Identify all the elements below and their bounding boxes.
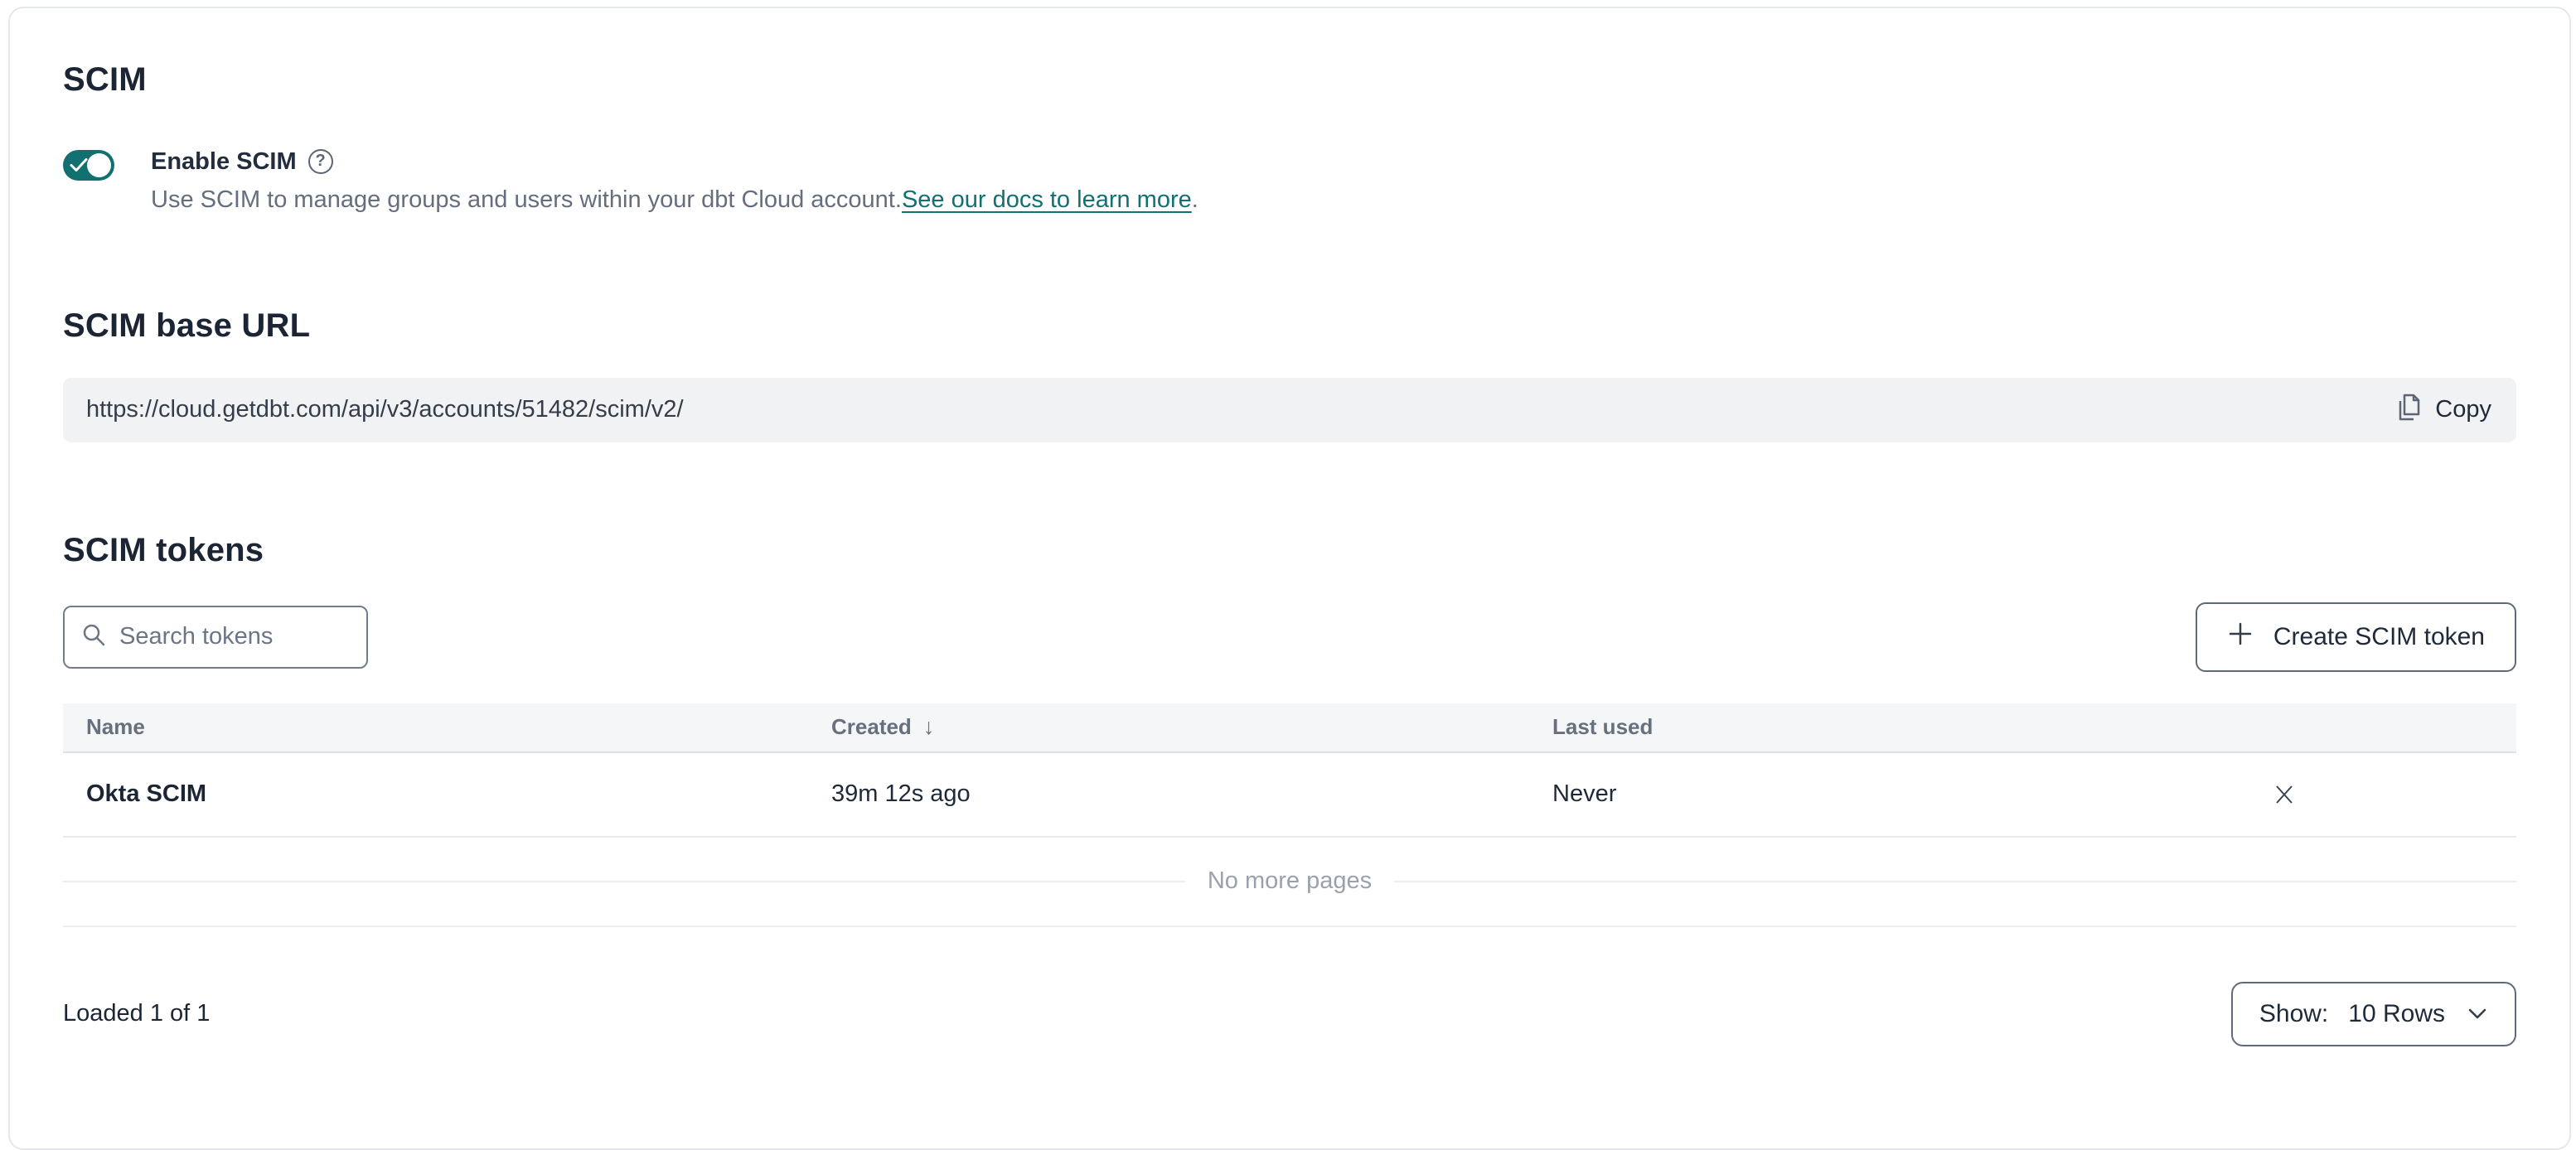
chevron-down-icon <box>2467 1007 2488 1022</box>
table-row: Okta SCIM 39m 12s ago Never <box>63 753 2516 838</box>
description-period: . <box>1192 186 1198 213</box>
page-title: SCIM <box>63 61 2516 99</box>
show-label: Show: <box>2259 1000 2328 1028</box>
loaded-count-label: Loaded 1 of 1 <box>63 1000 210 1027</box>
token-created-cell: 39m 12s ago <box>808 780 1529 808</box>
search-tokens-box <box>63 606 368 669</box>
search-icon <box>81 622 106 651</box>
create-scim-token-label: Create SCIM token <box>2273 623 2485 651</box>
pagination-divider-right <box>1393 881 2516 882</box>
enable-scim-toggle[interactable] <box>63 150 114 181</box>
rows-per-page-value: 10 Rows <box>2348 1000 2445 1028</box>
rows-per-page-dropdown[interactable]: Show: 10 Rows <box>2231 982 2516 1046</box>
tokens-table-header: Name Created ↓ Last used <box>63 703 2516 753</box>
column-header-last-used[interactable]: Last used <box>1529 714 2052 740</box>
column-header-name[interactable]: Name <box>63 714 808 740</box>
column-header-created[interactable]: Created ↓ <box>808 714 1529 740</box>
search-tokens-input[interactable] <box>119 623 350 650</box>
enable-scim-label: Enable SCIM <box>151 148 297 176</box>
docs-link[interactable]: See our docs to learn more <box>902 186 1192 213</box>
base-url-heading: SCIM base URL <box>63 307 2516 345</box>
table-footer: Loaded 1 of 1 Show: 10 Rows <box>63 982 2516 1046</box>
scim-tokens-heading: SCIM tokens <box>63 532 2516 569</box>
pagination-status: No more pages <box>63 838 2516 927</box>
scim-base-url-bar: https://cloud.getdbt.com/api/v3/accounts… <box>63 378 2516 442</box>
tokens-table: Name Created ↓ Last used Okta SCIM 39m 1… <box>63 703 2516 927</box>
no-more-pages-label: No more pages <box>1186 867 1393 895</box>
copy-button[interactable]: Copy <box>2394 391 2491 428</box>
enable-scim-row: Enable SCIM ? Use SCIM to manage groups … <box>63 148 2516 215</box>
toggle-knob <box>87 153 111 177</box>
help-icon[interactable]: ? <box>308 149 333 174</box>
token-last-used-cell: Never <box>1529 780 2052 808</box>
delete-token-button[interactable] <box>2265 776 2303 814</box>
description-text: Use SCIM to manage groups and users with… <box>151 186 902 213</box>
tokens-toolbar: Create SCIM token <box>63 602 2516 672</box>
pagination-divider-left <box>63 881 1186 882</box>
scim-base-url-value: https://cloud.getdbt.com/api/v3/accounts… <box>86 396 684 423</box>
check-icon <box>70 157 88 176</box>
enable-scim-description: Use SCIM to manage groups and users with… <box>151 186 1198 215</box>
token-name-cell: Okta SCIM <box>63 780 808 808</box>
copy-icon <box>2394 391 2422 428</box>
close-icon <box>2272 782 2297 807</box>
copy-button-label: Copy <box>2435 396 2491 423</box>
scim-settings-card: SCIM Enable SCIM ? Use SCIM to manage gr… <box>8 7 2571 1150</box>
plus-icon <box>2227 621 2254 654</box>
create-scim-token-button[interactable]: Create SCIM token <box>2196 602 2516 672</box>
sort-descending-icon: ↓ <box>923 714 935 740</box>
